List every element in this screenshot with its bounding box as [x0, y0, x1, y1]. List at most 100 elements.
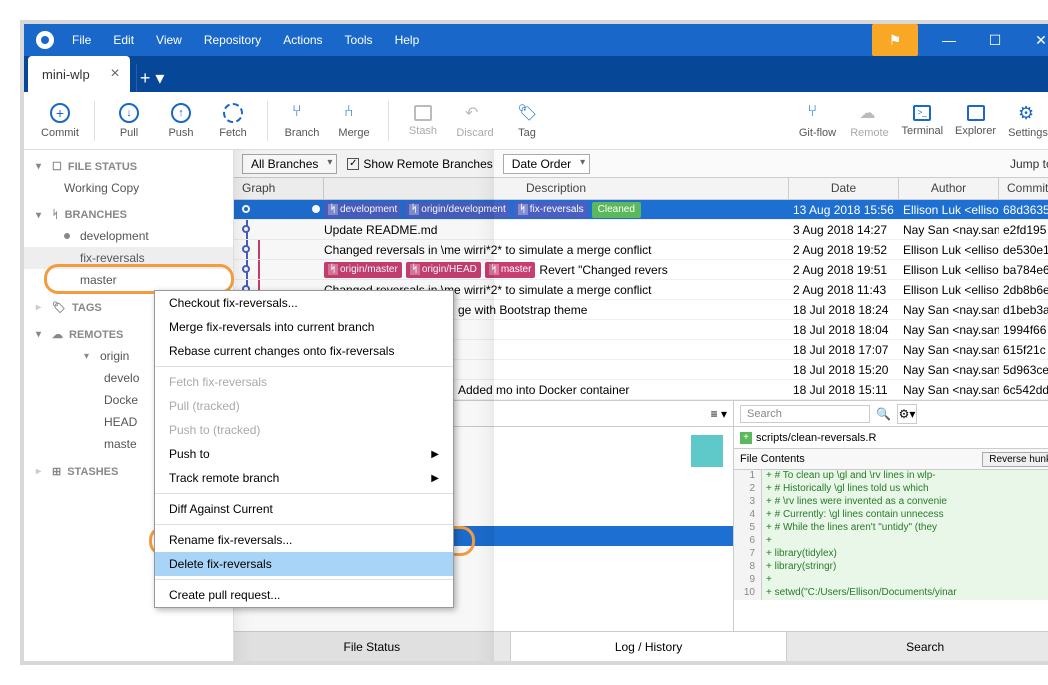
sidebar-branches-heading[interactable]: ▾ᛋ BRANCHES — [24, 199, 233, 225]
col-graph[interactable]: Graph — [234, 178, 324, 199]
pull-button[interactable]: ↓Pull — [103, 99, 155, 143]
branch-context-menu: Checkout fix-reversals... Merge fix-reve… — [154, 290, 454, 608]
stash-icon — [414, 105, 432, 121]
submenu-arrow-icon: ▶ — [431, 449, 439, 460]
col-date[interactable]: Date — [789, 178, 899, 199]
commit-hash: 2db8b6e — [999, 283, 1048, 297]
commit-row[interactable]: Changed reversals in \me wirri*2* to sim… — [234, 240, 1048, 260]
sidebar-file-status-heading[interactable]: ▾☐ FILE STATUS — [24, 150, 233, 177]
sidebar-branch-development[interactable]: development — [24, 225, 233, 247]
cm-track[interactable]: Track remote branch▶ — [155, 466, 453, 490]
menu-help[interactable]: Help — [385, 27, 430, 53]
terminal-button[interactable]: >_Terminal — [895, 101, 949, 141]
added-file-icon: + — [740, 432, 752, 444]
fetch-button[interactable]: Fetch — [207, 99, 259, 143]
push-button[interactable]: ↑Push — [155, 99, 207, 143]
commit-row[interactable]: ᛋdevelopmentᛋorigin/developmentᛋfix-reve… — [234, 200, 1048, 220]
fetch-icon — [223, 103, 243, 123]
terminal-icon: >_ — [913, 105, 931, 121]
submenu-arrow-icon: ▶ — [431, 473, 439, 484]
bottom-tabs: File Status Log / History Search — [234, 631, 1048, 661]
tag-icon: 🏷 — [517, 103, 537, 123]
titlebar: File Edit View Repository Actions Tools … — [24, 24, 1048, 56]
show-remote-checkbox[interactable]: ✓Show Remote Branches — [347, 157, 492, 171]
branch-icon: ⑂ — [292, 103, 312, 123]
diff-line: 7+ library(tidylex) — [734, 548, 1048, 561]
gitflow-icon: ⑂ — [807, 103, 827, 123]
tab-file-status[interactable]: File Status — [234, 632, 511, 661]
gitflow-button[interactable]: ⑂Git-flow — [791, 99, 843, 143]
cm-delete[interactable]: Delete fix-reversals — [155, 552, 453, 576]
cm-rename[interactable]: Rename fix-reversals... — [155, 528, 453, 552]
search-input[interactable]: Search — [740, 405, 870, 423]
merge-button[interactable]: ⑃Merge — [328, 99, 380, 143]
menu-bar: File Edit View Repository Actions Tools … — [62, 27, 429, 53]
commit-date: 3 Aug 2018 14:27 — [789, 223, 899, 237]
explorer-button[interactable]: Explorer — [949, 101, 1002, 141]
cm-create-pr[interactable]: Create pull request... — [155, 583, 453, 607]
close-tab-icon[interactable]: × — [110, 65, 119, 83]
branch-badge: ᛋfix-reversals — [514, 202, 588, 218]
diff-view: 1+ # To clean up \gl and \rv lines in wl… — [734, 470, 1048, 600]
identicon-icon — [691, 435, 723, 467]
branch-badge: ᛋorigin/HEAD — [406, 262, 481, 278]
cm-diff[interactable]: Diff Against Current — [155, 497, 453, 521]
list-view-icon[interactable]: ≡ ▾ — [711, 407, 727, 421]
diff-line: 1+ # To clean up \gl and \rv lines in wl… — [734, 470, 1048, 483]
commit-date: 2 Aug 2018 19:51 — [789, 263, 899, 277]
sidebar-working-copy[interactable]: Working Copy — [24, 177, 233, 199]
reverse-hunk-button[interactable]: Reverse hunk — [982, 452, 1048, 467]
window-close-button[interactable]: ✕ — [1018, 24, 1048, 56]
commit-button[interactable]: +Commit — [34, 99, 86, 143]
settings-button[interactable]: ⚙Settings — [1002, 99, 1048, 143]
cm-merge[interactable]: Merge fix-reversals into current branch — [155, 315, 453, 339]
branches-filter-dropdown[interactable]: All Branches — [242, 154, 337, 174]
remote-button[interactable]: ☁Remote — [843, 99, 895, 143]
window-maximize-button[interactable]: ☐ — [972, 24, 1018, 56]
commit-desc-text: Revert "Changed revers — [539, 263, 667, 277]
sidebar-branch-fix-reversals[interactable]: fix-reversals — [24, 247, 233, 269]
col-description[interactable]: Description — [324, 178, 789, 199]
diff-line: 8+ library(stringr) — [734, 561, 1048, 574]
repo-tab-label: mini-wlp — [42, 67, 90, 82]
stash-button[interactable]: Stash — [397, 101, 449, 141]
cm-pushto[interactable]: Push to▶ — [155, 442, 453, 466]
menu-file[interactable]: File — [62, 27, 101, 53]
repo-tab[interactable]: mini-wlp × — [28, 56, 130, 92]
branch-badge: ᛋorigin/development — [405, 202, 510, 218]
commit-hash: ba784e6 — [999, 263, 1048, 277]
cm-pushto-tracked: Push to (tracked) — [155, 418, 453, 442]
cm-checkout[interactable]: Checkout fix-reversals... — [155, 291, 453, 315]
cm-rebase[interactable]: Rebase current changes onto fix-reversal… — [155, 339, 453, 363]
commit-desc-text: Update README.md — [324, 223, 437, 237]
branch-badge: ᛋdevelopment — [324, 202, 401, 218]
toolbar: +Commit ↓Pull ↑Push Fetch ⑂Branch ⑃Merge… — [24, 92, 1048, 150]
menu-edit[interactable]: Edit — [103, 27, 144, 53]
menu-actions[interactable]: Actions — [273, 27, 332, 53]
window-minimize-button[interactable]: — — [926, 24, 972, 56]
commit-row[interactable]: ᛋorigin/masterᛋorigin/HEADᛋmasterRevert … — [234, 260, 1048, 280]
pull-icon: ↓ — [119, 103, 139, 123]
commit-row[interactable]: Update README.md3 Aug 2018 14:27Nay San … — [234, 220, 1048, 240]
search-icon[interactable]: 🔍 — [876, 407, 891, 421]
tab-log-history[interactable]: Log / History — [511, 632, 788, 661]
menu-repository[interactable]: Repository — [194, 27, 271, 53]
diff-line: 6+ — [734, 535, 1048, 548]
tag-button[interactable]: 🏷Tag — [501, 99, 553, 143]
diff-line: 5+ # While the lines aren't "untidy" (th… — [734, 522, 1048, 535]
commit-date: 18 Jul 2018 18:04 — [789, 323, 899, 337]
branch-button[interactable]: ⑂Branch — [276, 99, 328, 143]
diff-settings-button[interactable]: ⚙▾ — [897, 404, 917, 424]
menu-tools[interactable]: Tools — [335, 27, 383, 53]
order-dropdown[interactable]: Date Order — [503, 154, 590, 174]
sidebar-branch-master[interactable]: master — [24, 269, 233, 291]
col-commit[interactable]: Commit — [999, 178, 1048, 199]
col-author[interactable]: Author — [899, 178, 999, 199]
jump-to-label[interactable]: Jump to: — [1010, 157, 1048, 171]
commit-desc-text: Added mo into Docker container — [458, 383, 629, 397]
menu-view[interactable]: View — [146, 27, 192, 53]
notification-flag-icon[interactable]: ⚑ — [872, 24, 918, 56]
discard-button[interactable]: ↶Discard — [449, 99, 501, 143]
new-tab-button[interactable]: + ▾ — [136, 64, 168, 92]
tab-search[interactable]: Search — [787, 632, 1048, 661]
